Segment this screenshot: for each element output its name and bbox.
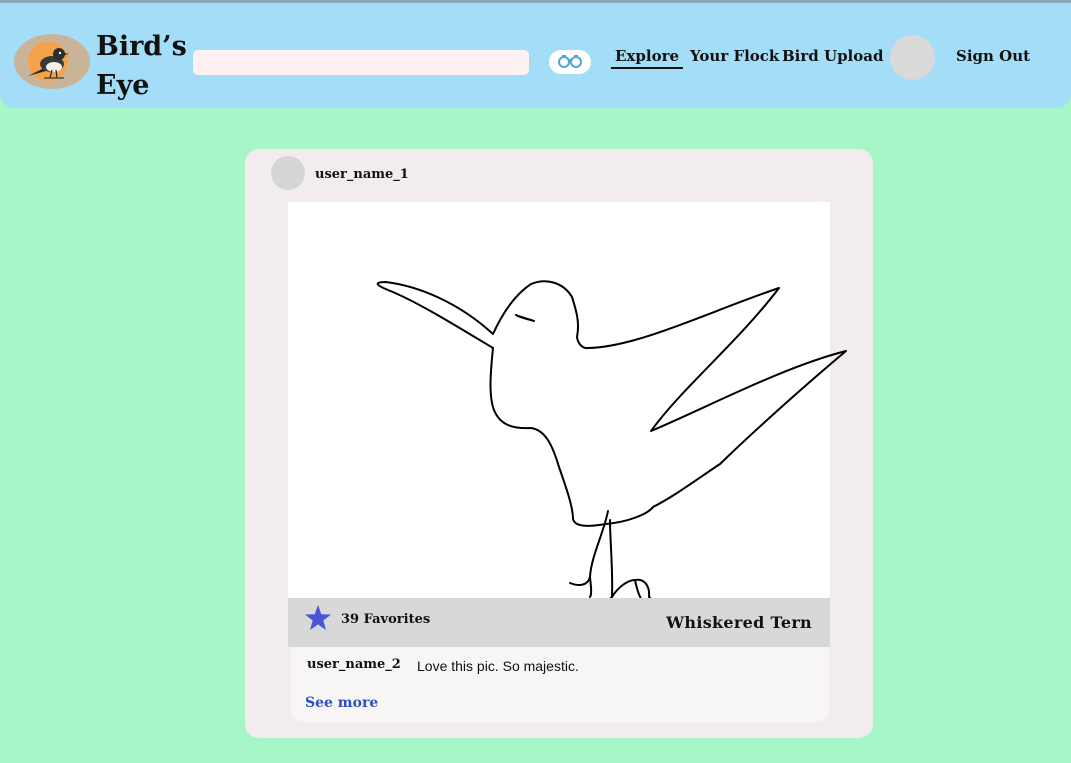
brand-title[interactable]: Bird’s Eye <box>96 27 187 105</box>
post-image[interactable] <box>288 202 847 610</box>
brand-line-2: Eye <box>96 70 150 101</box>
nav-bird-upload[interactable]: Bird Upload <box>782 47 883 65</box>
bird-species-name: Whiskered Tern <box>666 613 812 632</box>
binoculars-icon <box>557 54 583 71</box>
search-button[interactable] <box>549 50 591 74</box>
see-more-link[interactable]: See more <box>305 695 378 711</box>
nav-explore[interactable]: Explore <box>611 47 684 69</box>
comments-section: user_name_2 Love this pic. So majestic. … <box>291 647 829 722</box>
comment-text: Love this pic. So majestic. <box>417 658 579 674</box>
post-card: user_name_1 39 Favorites Whiskered Tern <box>245 149 873 738</box>
sign-out-link[interactable]: Sign Out <box>956 47 1030 65</box>
profile-avatar[interactable] <box>890 35 935 80</box>
comment-username[interactable]: user_name_2 <box>307 657 401 672</box>
favorites-bar: 39 Favorites Whiskered Tern <box>288 598 830 647</box>
post-author-avatar[interactable] <box>271 156 305 190</box>
post-author-username[interactable]: user_name_1 <box>315 167 409 182</box>
favorites-count: 39 Favorites <box>341 612 431 627</box>
nav-your-flock[interactable]: Your Flock <box>690 47 779 65</box>
bird-logo-icon[interactable] <box>14 34 90 89</box>
search-input[interactable] <box>193 50 529 75</box>
bird-drawing-icon <box>376 280 847 610</box>
brand-line-1: Bird’s <box>96 31 187 62</box>
star-icon[interactable] <box>304 604 332 632</box>
top-navbar: Bird’s Eye Explore Your Flock Bird Uploa… <box>0 0 1071 108</box>
